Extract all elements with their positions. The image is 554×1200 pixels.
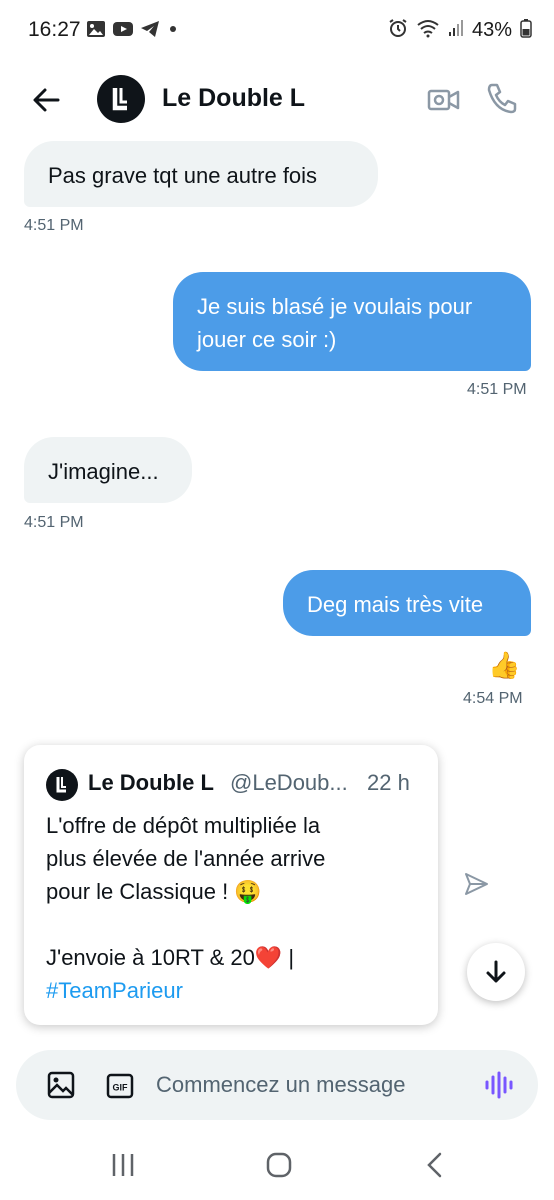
dot-icon — [166, 20, 180, 43]
logo-icon — [112, 88, 127, 111]
message-text: Pas grave tqt une autre fois — [48, 163, 318, 188]
gif-icon: GIF — [106, 1073, 134, 1099]
telegram-icon — [140, 20, 160, 43]
chevron-left-icon — [427, 1152, 442, 1178]
shared-tweet-card[interactable]: Le Double L @LeDoub... 22 h L'offre de d… — [24, 745, 438, 1025]
tweet-hashtag-link[interactable]: #TeamParieur — [46, 974, 416, 1007]
battery-icon — [520, 18, 532, 43]
message-text: J'imagine... — [48, 459, 159, 484]
back-button[interactable] — [28, 82, 64, 118]
arrow-down-icon — [486, 960, 506, 983]
share-tweet-button[interactable] — [462, 870, 490, 898]
tweet-text-line: J'envoie à 10RT & 20❤️ | — [46, 945, 295, 970]
status-time: 16:27 — [28, 18, 81, 41]
tweet-text-line — [46, 908, 416, 941]
avatar[interactable] — [97, 75, 145, 123]
tweet-text-line: plus élevée de l'année arrive — [46, 846, 326, 871]
message-bubble-outgoing[interactable]: Je suis blasé je voulais pour jouer ce s… — [173, 272, 531, 371]
phone-icon — [487, 83, 517, 114]
alarm-icon — [388, 18, 408, 43]
system-back-button[interactable] — [422, 1150, 448, 1180]
video-camera-icon — [427, 89, 460, 111]
battery-percent: 43% — [471, 19, 512, 41]
message-bubble-incoming[interactable]: Pas grave tqt une autre fois — [24, 141, 378, 207]
image-icon — [47, 1071, 75, 1099]
message-text-line: jouer ce soir :) — [197, 327, 337, 352]
scroll-to-bottom-button[interactable] — [467, 943, 525, 1001]
status-bar: 16:27 43% — [0, 0, 554, 60]
waveform-icon — [485, 1071, 513, 1099]
tweet-text-line: pour le Classique ! 🤑 — [46, 879, 262, 904]
tweet-avatar — [46, 769, 78, 801]
gallery-icon — [86, 20, 106, 43]
send-icon — [465, 873, 488, 895]
message-text-line: Je suis blasé je voulais pour — [197, 294, 473, 319]
recent-apps-button[interactable] — [108, 1150, 138, 1180]
recents-icon — [112, 1154, 134, 1176]
tweet-author-name: Le Double L — [88, 770, 214, 795]
tweet-age: 22 h — [367, 770, 410, 795]
message-timestamp: 4:51 PM — [467, 381, 527, 398]
status-notification-icons — [86, 20, 180, 43]
logo-icon — [56, 777, 66, 793]
message-timestamp: 4:51 PM — [24, 514, 84, 531]
arrow-left-icon — [33, 88, 60, 112]
voice-message-button[interactable] — [482, 1068, 516, 1102]
system-navigation-bar — [0, 1130, 554, 1200]
tweet-text-line: L'offre de dépôt multipliée la — [46, 813, 321, 838]
conversation-title[interactable]: Le Double L — [162, 84, 305, 113]
message-timestamp: 4:54 PM — [463, 690, 523, 707]
home-icon — [266, 1152, 292, 1178]
add-media-button[interactable] — [46, 1070, 76, 1100]
message-bubble-incoming[interactable]: J'imagine... — [24, 437, 192, 503]
video-call-button[interactable] — [426, 82, 462, 118]
voice-call-button[interactable] — [484, 80, 520, 116]
conversation-header: Le Double L — [0, 70, 554, 128]
thumbs-up-reaction[interactable]: 👍 — [488, 650, 520, 681]
tweet-body: L'offre de dépôt multipliée la plus élev… — [46, 809, 416, 1007]
gif-label: GIF — [113, 1083, 129, 1093]
add-gif-button[interactable]: GIF — [106, 1072, 134, 1100]
message-timestamp: 4:51 PM — [24, 217, 84, 234]
signal-icon — [448, 18, 464, 43]
tweet-author-handle: @LeDoub... — [230, 770, 348, 795]
message-text: Deg mais très vite — [307, 592, 484, 617]
message-composer: GIF — [16, 1050, 538, 1120]
youtube-icon — [112, 20, 134, 43]
message-bubble-outgoing[interactable]: Deg mais très vite — [283, 570, 531, 636]
wifi-icon — [416, 18, 440, 43]
status-system-icons: 43% — [388, 18, 532, 43]
home-button[interactable] — [264, 1150, 294, 1180]
message-input[interactable] — [156, 1066, 466, 1104]
